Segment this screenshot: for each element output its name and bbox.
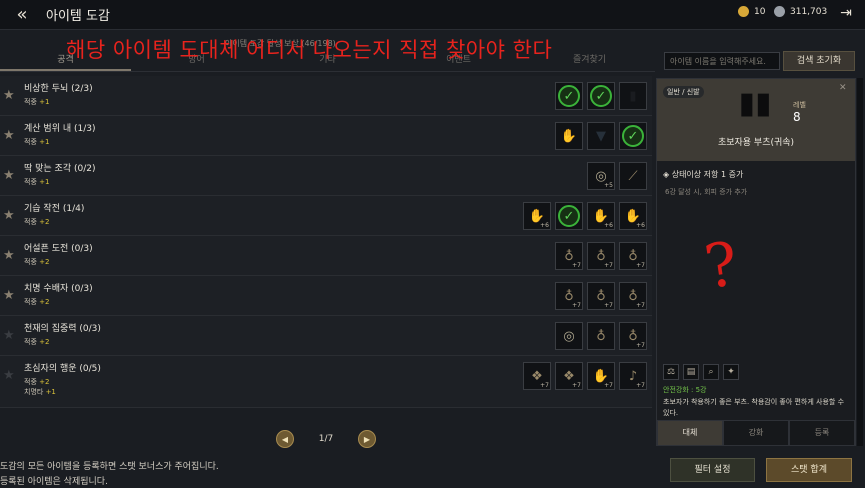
prev-page-button[interactable]: ◀ [276, 430, 294, 448]
armor-icon: ▼ [596, 128, 606, 144]
list-item[interactable]: ★ 딱 맞는 조각 (0/2) 적중 +1 ◎ +5 ⟋ [0, 156, 652, 196]
necklace-icon: ♁ [596, 328, 606, 344]
check-icon: ✓ [590, 85, 612, 107]
scale-icon[interactable]: ⚖ [663, 364, 679, 380]
gem-counter: 311,703 [774, 6, 827, 17]
star-icon[interactable]: ★ [3, 288, 15, 303]
footer-info-line1: 도감의 모든 아이템을 등록하면 스탯 보너스가 주어집니다. [0, 462, 219, 472]
item-slot[interactable]: ✋ +6 [587, 202, 615, 230]
star-icon[interactable]: ★ [3, 168, 15, 183]
star-icon[interactable]: ★ [3, 368, 15, 383]
item-slot[interactable]: ✋ +6 [523, 202, 551, 230]
tab-replace[interactable]: 대체 [657, 420, 723, 446]
triangle-left-icon: ◀ [281, 434, 289, 444]
next-page-button[interactable]: ▶ [357, 430, 376, 448]
exit-button[interactable]: ⇥ [837, 5, 855, 23]
handwritten-question-mark: ? [700, 229, 742, 303]
item-slot[interactable]: ♁ [587, 322, 615, 350]
boots-icon: ▮▮ [738, 86, 772, 121]
item-slot[interactable]: ♁ +7 [619, 322, 647, 350]
item-effect-sub: 6강 달성 시, 회피 증가 추가 [665, 188, 748, 196]
search-icon[interactable]: ⌕ [703, 364, 719, 380]
item-slot[interactable]: ◎ [555, 322, 583, 350]
list-item[interactable]: ★ 계산 범위 내 (1/3) 적중 +1 ✋ ▼ ✓ [0, 116, 652, 156]
item-slot[interactable]: ♪ +7 [619, 362, 647, 390]
wand-icon: ⟋ [628, 168, 638, 184]
item-slot[interactable]: ♁ +7 [619, 242, 647, 270]
check-icon: ✓ [558, 205, 580, 227]
gold-counter: 10 [738, 6, 765, 17]
back-button[interactable]: « [8, 2, 36, 28]
bracelet-icon: ◎ [563, 328, 575, 344]
panel-scrollbar[interactable] [857, 78, 863, 446]
list-item[interactable]: ★ 천재의 집중력 (0/3) 적중 +2 ◎ ♁ ♁ +7 [0, 316, 652, 356]
diamond-icon: ◈ [663, 170, 672, 179]
enhance-icon[interactable]: ✦ [723, 364, 739, 380]
item-level: 8 [793, 110, 801, 124]
item-slot[interactable]: ⟋ [619, 162, 647, 190]
item-effect: ◈ 상태이상 저항 1 증가 [663, 170, 744, 179]
glove-icon: ✋ [560, 128, 578, 144]
item-slot[interactable]: ✋ +7 [587, 362, 615, 390]
list-item[interactable]: ★ 치명 수배자 (0/3) 적중 +2 ♁ +7 ♁ +7 ♁ +7 [0, 276, 652, 316]
star-icon[interactable]: ★ [3, 128, 15, 143]
item-slot[interactable]: ❖ +7 [523, 362, 551, 390]
item-slot[interactable]: ♁ +7 [587, 282, 615, 310]
exit-icon: ⇥ [840, 5, 852, 21]
collection-list: ★ 비상한 두뇌 (2/3) 적중 +1 ✓ ✓ ▮ ★ 계산 범위 내 (1/… [0, 76, 652, 408]
star-icon[interactable]: ★ [3, 208, 15, 223]
item-slot[interactable]: ♁ +7 [555, 242, 583, 270]
item-slot[interactable]: ❖ +7 [555, 362, 583, 390]
scroll-icon[interactable]: ▤ [683, 364, 699, 380]
handwritten-annotation: 해당 아이템 도대체 어디서 나오는지 직접 찾아야 한다 [66, 38, 553, 62]
double-chevron-left-icon: « [16, 4, 28, 25]
list-item[interactable]: ★ 초심자의 행운 (0/5) 적중 +2 치명타 +1 ❖ +7 ❖ +7 ✋ +7… [0, 356, 652, 408]
boots-icon: ▮ [629, 88, 637, 104]
list-item[interactable]: ★ 기습 작전 (1/4) 적중 +2 ✋ +6 ✓ ✋ +6 ✋ +6 [0, 196, 652, 236]
item-slot[interactable]: ▼ [587, 122, 615, 150]
list-item[interactable]: ★ 비상한 두뇌 (2/3) 적중 +1 ✓ ✓ ▮ [0, 76, 652, 116]
check-icon: ✓ [622, 125, 644, 147]
close-icon[interactable]: ✕ [839, 83, 847, 93]
item-slot[interactable]: ◎ +5 [587, 162, 615, 190]
item-action-icons: ⚖ ▤ ⌕ ✦ [663, 364, 739, 380]
item-name: 초보자용 부츠(귀속) [717, 138, 795, 148]
star-icon[interactable]: ★ [3, 88, 15, 103]
item-slot[interactable]: ▮ [619, 82, 647, 110]
tab-enhance[interactable]: 강화 [723, 420, 789, 446]
item-detail-tabs: 대체 강화 등록 [657, 420, 855, 446]
pagination: ◀ 1/7 ▶ [276, 429, 376, 449]
reset-search-button[interactable]: 검색 초기화 [783, 51, 855, 71]
tab-register[interactable]: 등록 [789, 420, 855, 446]
app-window: « 아이템 도감 10 311,703 ⇥ 아이템 도감 달성 보상 (46/1… [0, 0, 865, 488]
list-item[interactable]: ★ 어설픈 도전 (0/3) 적중 +2 ♁ +7 ♁ +7 ♁ +7 [0, 236, 652, 276]
gem-icon [774, 6, 785, 17]
item-type-badge: 일반 / 신발 [663, 86, 704, 98]
gold-coin-icon [738, 6, 749, 17]
item-detail-header: 일반 / 신발 ▮▮ 레벨 8 ✕ 초보자용 부츠(귀속) [657, 79, 855, 161]
stat-total-button[interactable]: 스탯 합계 [766, 458, 852, 482]
item-slot[interactable]: ♁ +7 [555, 282, 583, 310]
item-slot[interactable]: ♁ +7 [587, 242, 615, 270]
search-input[interactable]: 아이템 이름을 입력해주세요. [664, 52, 780, 70]
item-slot[interactable]: ✋ +6 [619, 202, 647, 230]
top-bar: « 아이템 도감 10 311,703 ⇥ [0, 0, 865, 30]
star-icon[interactable]: ★ [3, 248, 15, 263]
item-slot[interactable]: ✓ [587, 82, 615, 110]
page-title: 아이템 도감 [46, 9, 110, 24]
check-icon: ✓ [558, 85, 580, 107]
page-indicator: 1/7 [318, 434, 334, 444]
footer-info-line2: 등록된 아이템은 삭제됩니다. [0, 477, 108, 487]
item-slot[interactable]: ✓ [555, 82, 583, 110]
item-slot[interactable]: ✓ [555, 202, 583, 230]
item-slot[interactable]: ♁ +7 [619, 282, 647, 310]
triangle-right-icon: ▶ [363, 434, 371, 444]
item-slot[interactable]: ✋ [555, 122, 583, 150]
filter-settings-button[interactable]: 필터 설정 [670, 458, 755, 482]
item-description: 초보자가 착용하기 좋은 부츠. 착용감이 좋아 편하게 사용할 수 있다. [663, 398, 845, 417]
safe-enhance-text: 안전강화 : 5강 [663, 386, 707, 394]
star-icon[interactable]: ★ [3, 328, 15, 343]
item-slot[interactable]: ✓ [619, 122, 647, 150]
item-detail-panel: 일반 / 신발 ▮▮ 레벨 8 ✕ 초보자용 부츠(귀속) ◈ 상태이상 저항 … [656, 78, 856, 446]
